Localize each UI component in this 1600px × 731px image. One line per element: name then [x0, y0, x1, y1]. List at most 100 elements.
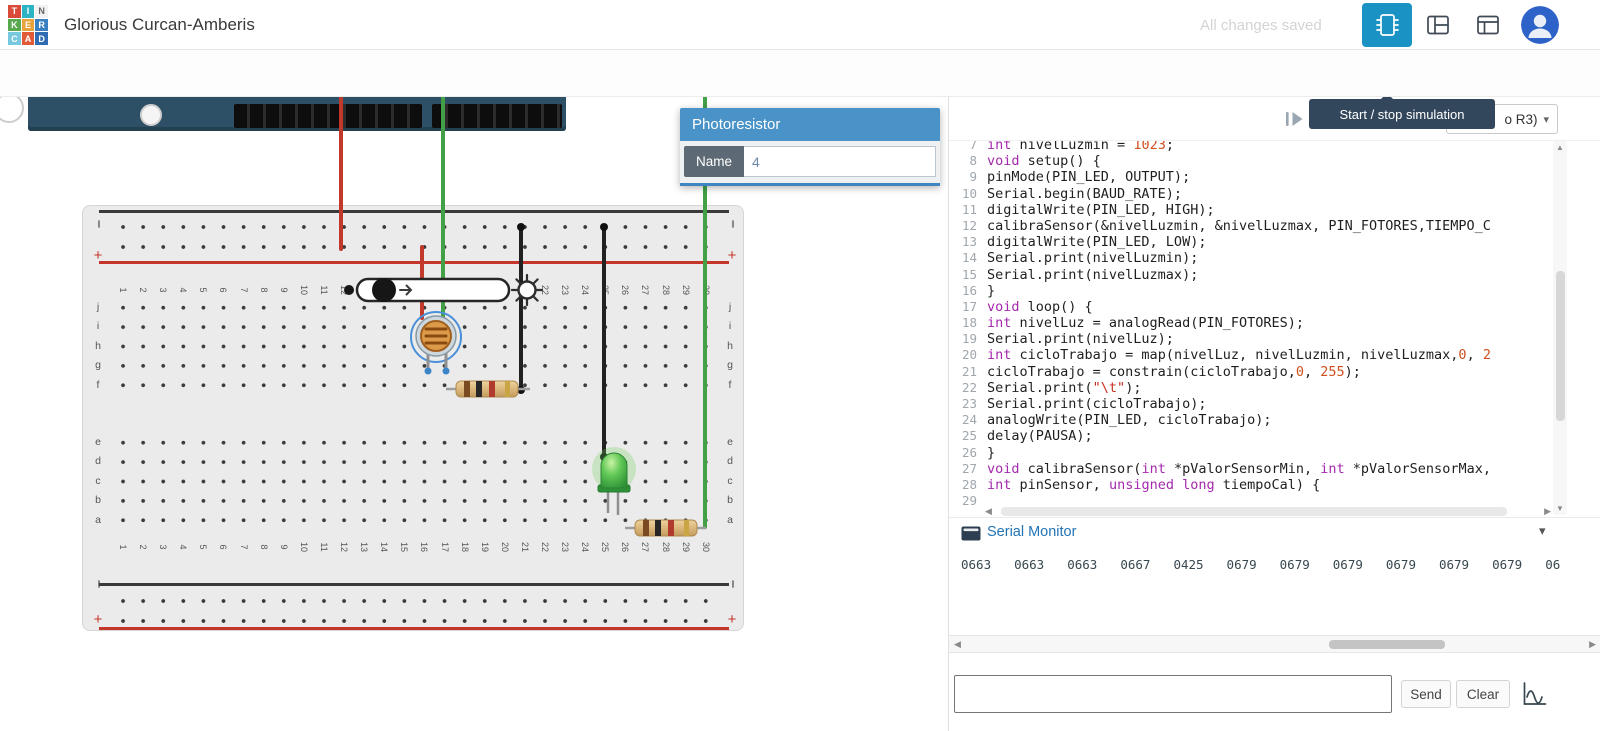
- logo-tile: N: [35, 5, 48, 18]
- light-slider[interactable]: [344, 275, 542, 305]
- photoresistor[interactable]: [411, 312, 461, 375]
- serial-input[interactable]: [954, 675, 1392, 713]
- serial-value: 0679: [1492, 557, 1522, 572]
- code-line: 18int nivelLuz = analogRead(PIN_FOTORES)…: [949, 315, 1553, 331]
- serial-monitor-title: Serial Monitor: [987, 524, 1076, 540]
- terminal-dot[interactable]: [425, 368, 432, 375]
- board-select-label: o R3): [1504, 112, 1537, 127]
- components-layer: [0, 97, 948, 731]
- scroll-left-arrow[interactable]: ◀: [985, 506, 992, 517]
- panel-layout-icon: [1425, 12, 1451, 38]
- line-number: 25: [949, 428, 987, 444]
- resistor[interactable]: [446, 381, 530, 397]
- edit-toolbar: [0, 50, 1600, 97]
- panel-layout-button[interactable]: [1424, 12, 1452, 38]
- serial-monitor-header[interactable]: Serial Monitor ▾: [949, 517, 1600, 547]
- code-line: 24analogWrite(PIN_LED, cicloTrabajo);: [949, 412, 1553, 428]
- design-title[interactable]: Glorious Curcan-Amberis: [64, 15, 255, 35]
- debug-step-button[interactable]: [1282, 108, 1306, 130]
- list-view-button[interactable]: [1474, 12, 1502, 38]
- line-number: 21: [949, 364, 987, 380]
- line-number: 8: [949, 153, 987, 169]
- line-number: 12: [949, 218, 987, 234]
- line-number: 13: [949, 234, 987, 250]
- code-line: 16}: [949, 283, 1553, 299]
- autosave-status: All changes saved: [1200, 17, 1322, 34]
- line-number: 17: [949, 299, 987, 315]
- serial-graph-toggle[interactable]: [1515, 675, 1553, 713]
- app-header: TINKERCAD Glorious Curcan-Amberis All ch…: [0, 0, 1600, 50]
- chevron-down-icon: ▾: [1543, 113, 1549, 126]
- serial-horizontal-scrollbar[interactable]: ◀ ▶: [949, 635, 1600, 653]
- code-vertical-scrollbar[interactable]: ▲ ▼: [1553, 141, 1567, 515]
- step-play-icon: [1283, 108, 1305, 130]
- wire-end: [600, 223, 608, 231]
- code-line: 26}: [949, 445, 1553, 461]
- logo-tile: C: [8, 32, 21, 45]
- code-line: 9pinMode(PIN_LED, OUTPUT);: [949, 169, 1553, 185]
- serial-clear-button[interactable]: Clear: [1456, 680, 1510, 708]
- line-number: 19: [949, 331, 987, 347]
- line-number: 23: [949, 396, 987, 412]
- circuit-view-button[interactable]: [1362, 3, 1412, 47]
- line-number: 14: [949, 250, 987, 266]
- tinkercad-logo[interactable]: TINKERCAD: [8, 5, 48, 45]
- tinkercad-circuits-app: TINKERCAD Glorious Curcan-Amberis All ch…: [0, 0, 1600, 731]
- serial-value: 0663: [1014, 557, 1044, 572]
- led-green[interactable]: [592, 447, 636, 515]
- simulation-tooltip: Start / stop simulation: [1309, 99, 1495, 129]
- serial-value: 0679: [1280, 557, 1310, 572]
- serial-monitor-output[interactable]: 0663066306630667042506790679067906790679…: [949, 547, 1600, 635]
- code-line: 15Serial.print(nivelLuzmax);: [949, 267, 1553, 283]
- serial-value: 06: [1545, 557, 1560, 572]
- code-line: 17void loop() {: [949, 299, 1553, 315]
- code-line: 28int pinSensor, unsigned long tiempoCal…: [949, 477, 1553, 493]
- line-number: 24: [949, 412, 987, 428]
- scrollbar-thumb[interactable]: [1001, 507, 1507, 516]
- line-number: 26: [949, 445, 987, 461]
- line-number: 20: [949, 347, 987, 363]
- circuit-canvas[interactable]: − + − + 12345678910111213141516171819202…: [0, 97, 948, 731]
- panel-top-strip: o R3) ▾: [949, 97, 1600, 141]
- component-name-input[interactable]: [744, 146, 936, 177]
- resistor[interactable]: [625, 520, 706, 536]
- code-panel: 7int nivelLuzmin = 1023;8void setup() {9…: [948, 97, 1600, 731]
- scroll-right-arrow[interactable]: ▶: [1589, 639, 1596, 650]
- code-line: 23Serial.print(cicloTrabajo);: [949, 396, 1553, 412]
- scrollbar-thumb[interactable]: [1329, 640, 1445, 649]
- line-number: 29: [949, 493, 987, 509]
- code-line: 20int cicloTrabajo = map(nivelLuz, nivel…: [949, 347, 1553, 363]
- code-line: 25delay(PAUSA);: [949, 428, 1553, 444]
- slider-knob[interactable]: [372, 278, 396, 302]
- scroll-right-arrow[interactable]: ▶: [1544, 506, 1551, 517]
- serial-value: 0425: [1173, 557, 1203, 572]
- scroll-left-arrow[interactable]: ◀: [954, 639, 961, 650]
- logo-tile: D: [35, 32, 48, 45]
- terminal-dot[interactable]: [443, 368, 450, 375]
- component-inspector: Photoresistor Name: [680, 108, 940, 186]
- logo-tile: A: [22, 32, 35, 45]
- code-line: 11digitalWrite(PIN_LED, HIGH);: [949, 202, 1553, 218]
- code-line: 27void calibraSensor(int *pValorSensorMi…: [949, 461, 1553, 477]
- serial-value: 0679: [1386, 557, 1416, 572]
- serial-value: 0679: [1439, 557, 1469, 572]
- serial-value: 0679: [1333, 557, 1363, 572]
- scrollbar-thumb[interactable]: [1556, 271, 1565, 421]
- line-number: 9: [949, 169, 987, 185]
- serial-send-button[interactable]: Send: [1401, 680, 1451, 708]
- line-number: 16: [949, 283, 987, 299]
- code-line: 22Serial.print("\t");: [949, 380, 1553, 396]
- inspector-title: Photoresistor: [680, 108, 940, 141]
- logo-tile: I: [22, 5, 35, 18]
- serial-value: 0679: [1227, 557, 1257, 572]
- logo-tile: K: [8, 19, 21, 32]
- line-number: 11: [949, 202, 987, 218]
- scroll-down-arrow[interactable]: ▼: [1553, 504, 1567, 513]
- collapse-caret-icon[interactable]: ▾: [1539, 523, 1546, 539]
- wire-end: [517, 223, 525, 231]
- slider-min-dot: [344, 285, 354, 295]
- scroll-up-arrow[interactable]: ▲: [1553, 143, 1567, 152]
- user-avatar[interactable]: [1521, 6, 1559, 44]
- line-number: 15: [949, 267, 987, 283]
- code-editor[interactable]: 7int nivelLuzmin = 1023;8void setup() {9…: [949, 97, 1553, 515]
